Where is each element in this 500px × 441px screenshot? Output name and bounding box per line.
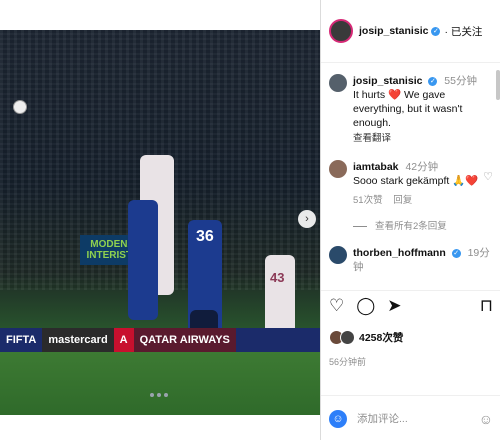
- avatar: [340, 330, 355, 345]
- comment-username[interactable]: thorben_hoffmann: [353, 247, 446, 259]
- post-header: josip_stanisic ✓ · 已关注: [321, 0, 500, 63]
- comment-time: 55分钟: [444, 75, 477, 87]
- view-replies-link[interactable]: 查看所有2条回复: [321, 208, 500, 232]
- bookmark-icon[interactable]: ⊓: [480, 296, 493, 316]
- post-actions: ♡ ◯ ➤ ⊓: [321, 290, 500, 321]
- avatar[interactable]: [329, 246, 347, 264]
- avatar[interactable]: [329, 19, 353, 43]
- chevron-right-icon: ›: [305, 213, 309, 225]
- likes-count[interactable]: 4258次赞: [359, 330, 403, 345]
- carousel-dot: [164, 393, 168, 397]
- comment-text: Sooo stark gekämpft 🙏❤️: [353, 175, 479, 187]
- comment-item: iamtabak 42分钟 Sooo stark gekämpft 🙏❤️ 51…: [321, 146, 500, 208]
- carousel-dot: [150, 393, 154, 397]
- pitch: [0, 352, 320, 415]
- carousel-dots: [150, 393, 168, 397]
- likes-summary[interactable]: 4258次赞: [329, 330, 403, 345]
- post-photo-pane: MODENA INTERISTA 36 43 FIFTA mastercard …: [0, 0, 320, 440]
- comment-composer: ☺ 添加评论... ☺: [321, 395, 500, 441]
- heart-icon[interactable]: ♡: [329, 296, 344, 316]
- player-blue-left: [128, 200, 158, 320]
- advertising-board: FIFTA mastercard A QATAR AIRWAYS: [0, 328, 320, 352]
- emoji-icon[interactable]: ☺: [329, 409, 347, 428]
- comment-text: It hurts ❤️ We gave everything, but it w…: [353, 89, 463, 129]
- board-segment-red: A: [113, 328, 134, 352]
- comment-icon[interactable]: ◯: [356, 296, 375, 316]
- board-segment-qatar: QATAR AIRWAYS: [133, 328, 236, 352]
- post-time: 56分钟前: [329, 357, 367, 367]
- avatar[interactable]: [329, 74, 347, 92]
- follow-status[interactable]: · 已关注: [444, 24, 482, 39]
- board-segment-mastercard: mastercard: [42, 328, 114, 352]
- comment-username[interactable]: josip_stanisic: [353, 75, 422, 87]
- comments-list: josip_stanisic ✓ 55分钟 It hurts ❤️ We gav…: [321, 66, 500, 286]
- comment-likes[interactable]: 51次赞: [353, 195, 383, 206]
- smiley-icon[interactable]: ☺: [479, 411, 493, 427]
- heart-icon[interactable]: ♡: [483, 170, 493, 208]
- comment-time: 42分钟: [405, 161, 439, 173]
- football: [13, 100, 27, 114]
- comments-scrollbar[interactable]: [496, 70, 500, 100]
- next-photo-button[interactable]: ›: [298, 210, 316, 228]
- shirt-number-43: 43: [270, 270, 285, 285]
- comment-item: thorben_hoffmann ✓ 19分钟: [321, 232, 500, 274]
- carousel-dot: [157, 393, 161, 397]
- post-photo[interactable]: MODENA INTERISTA 36 43 FIFTA mastercard …: [0, 30, 320, 415]
- comment-item: josip_stanisic ✓ 55分钟 It hurts ❤️ We gav…: [321, 66, 500, 146]
- verified-icon: ✓: [431, 26, 441, 36]
- comment-input[interactable]: 添加评论...: [357, 411, 479, 426]
- verified-icon: ✓: [428, 76, 438, 86]
- translate-link[interactable]: 查看翻译: [353, 132, 493, 146]
- board-segment: FIFTA: [6, 334, 37, 346]
- verified-icon: ✓: [451, 248, 461, 258]
- shirt-number-36: 36: [196, 228, 214, 245]
- comment-username[interactable]: iamtabak: [353, 161, 399, 173]
- avatar[interactable]: [329, 160, 347, 178]
- reply-button[interactable]: 回复: [393, 195, 412, 206]
- post-username[interactable]: josip_stanisic: [359, 25, 428, 37]
- post-sidebar: josip_stanisic ✓ · 已关注 josip_stanisic ✓ …: [320, 0, 500, 440]
- send-icon[interactable]: ➤: [387, 296, 401, 316]
